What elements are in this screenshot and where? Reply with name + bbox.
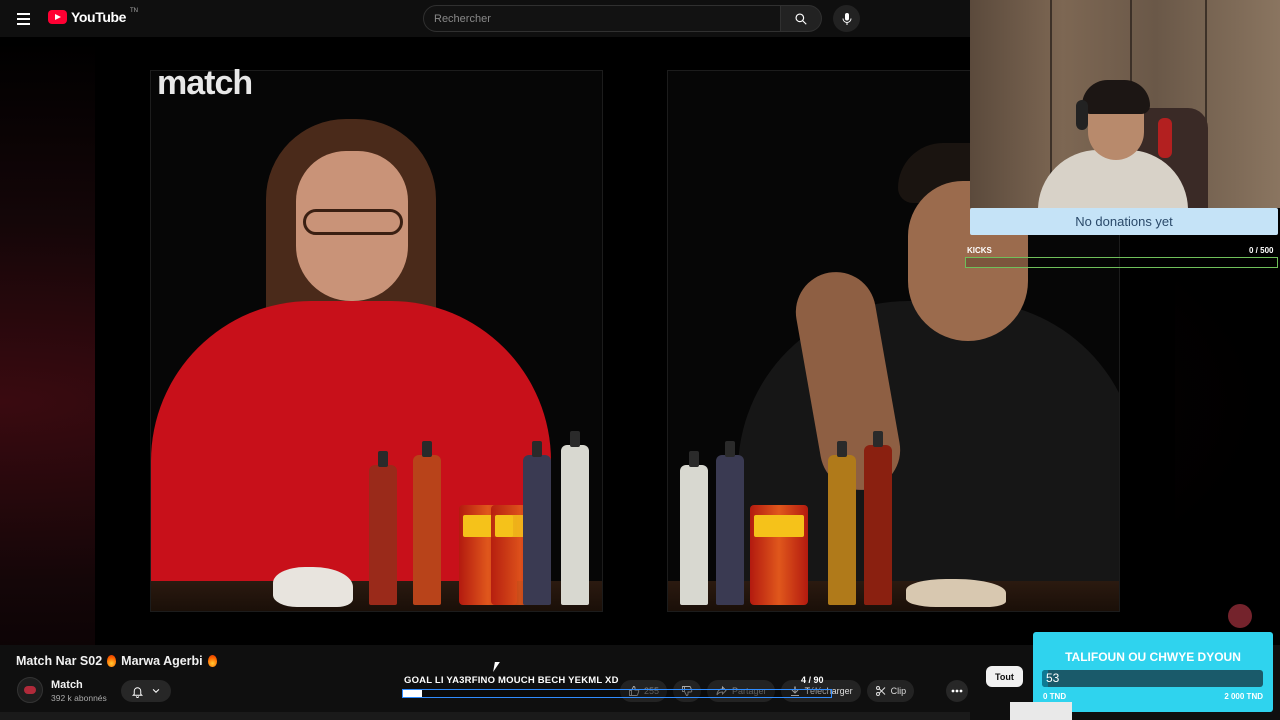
search-icon [795, 12, 807, 25]
subscription-bell-button[interactable] [121, 680, 171, 702]
donation-goal-card: TALIFOUN OU CHWYE DYOUN 53 0 TND 2 000 T… [1033, 632, 1273, 712]
menu-icon[interactable] [13, 8, 35, 30]
donation-goal-title: TALIFOUN OU CHWYE DYOUN [1065, 650, 1241, 664]
bread [906, 579, 1006, 607]
hot-sauce-bottle [561, 431, 589, 605]
goal-text: GOAL LI YA3RFINO MOUCH BECH YEKML XD [404, 675, 619, 686]
clip-button[interactable]: Clip [866, 680, 915, 702]
scissors-icon [875, 686, 885, 696]
recommended-thumbnail[interactable] [1010, 702, 1072, 720]
hot-sauce-bottle [716, 441, 744, 605]
more-actions-button[interactable] [946, 680, 968, 702]
donations-banner: No donations yet [970, 208, 1278, 235]
streamer-webcam [970, 0, 1280, 208]
fire-icon [107, 655, 117, 667]
video-guest-name: Marwa Agerbi [121, 654, 203, 668]
search-button[interactable] [781, 5, 822, 32]
headset-icon [1076, 100, 1088, 130]
kicks-count: 0 / 500 [1249, 246, 1274, 255]
hot-sauce-bottle [828, 441, 856, 605]
hot-sauce-bottle [680, 451, 708, 605]
description-box-edge[interactable] [0, 712, 970, 720]
channel-avatar[interactable] [17, 677, 43, 703]
hot-sauce-bottle [523, 441, 551, 605]
voice-search-button[interactable] [833, 5, 860, 32]
tissue [273, 567, 353, 607]
search-bar [423, 5, 822, 32]
donation-goal-max: 2 000 TND [1224, 692, 1263, 701]
bell-icon [131, 686, 143, 698]
fire-icon [207, 655, 217, 667]
harissa-can [750, 505, 808, 605]
goal-count: 4 / 90 [801, 675, 824, 685]
logo-text: YouTube [71, 9, 127, 25]
kicks-progress-bar [965, 257, 1278, 268]
channel-subscribers: 392 k abonnés [51, 693, 107, 703]
donation-goal-min: 0 TND [1043, 692, 1067, 701]
hot-sauce-bottle [413, 441, 441, 605]
clip-label: Clip [890, 686, 907, 696]
chevron-down-icon [152, 688, 160, 693]
goal-progress-bar [402, 689, 832, 698]
logo-region: TN [130, 8, 139, 14]
mic-icon [842, 12, 851, 25]
channel-watermark-icon[interactable] [1228, 604, 1252, 628]
brand-watermark: match [157, 64, 253, 102]
filter-chip-all[interactable]: Tout [986, 666, 1023, 687]
video-frame-left [150, 70, 603, 612]
youtube-logo[interactable]: YouTube TN [48, 8, 139, 25]
mouse-cursor-icon [493, 662, 500, 672]
channel-name[interactable]: Match [51, 679, 83, 691]
more-horizontal-icon [951, 689, 963, 693]
search-input[interactable] [423, 5, 781, 32]
hot-sauce-bottle [864, 431, 892, 605]
donation-goal-bar [1042, 670, 1263, 687]
masthead: YouTube TN [0, 0, 970, 37]
video-title: Match Nar S02 Marwa Agerbi [16, 654, 217, 668]
youtube-play-icon [48, 10, 67, 24]
hot-sauce-bottle [369, 451, 397, 605]
kicks-label: KICKS [967, 246, 992, 255]
video-title-text: Match Nar S02 [16, 654, 103, 668]
donation-goal-value: 53 [1046, 671, 1060, 685]
